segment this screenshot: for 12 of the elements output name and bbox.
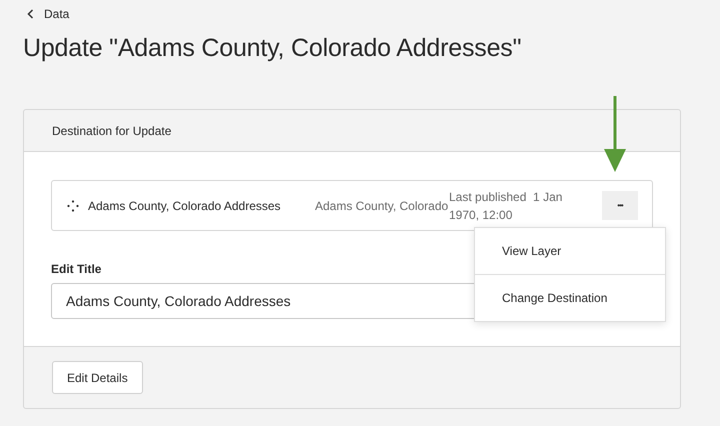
chevron-left-icon bbox=[27, 9, 34, 19]
more-options-button[interactable]: ••• bbox=[602, 191, 638, 220]
layer-points-icon bbox=[67, 200, 79, 212]
edit-details-button[interactable]: Edit Details bbox=[52, 361, 143, 394]
layer-description: Adams County, Colorado bbox=[315, 198, 449, 212]
field-label: Edit Title bbox=[51, 262, 102, 276]
menu-item[interactable]: View Layer bbox=[475, 228, 665, 275]
card-header-title: Destination for Update bbox=[52, 124, 172, 138]
last-published-text: Last published 1 Jan 1970, 12:00 bbox=[449, 188, 564, 224]
layer-name: Adams County, Colorado Addresses bbox=[88, 198, 282, 212]
page-title: Update "Adams County, Colorado Addresses" bbox=[23, 34, 522, 63]
back-link[interactable]: Data bbox=[27, 7, 70, 21]
